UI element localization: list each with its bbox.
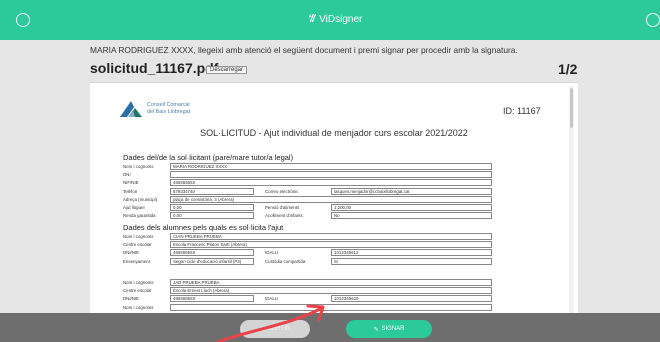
sign-button[interactable]: ✎ SIGNAR [346, 320, 432, 338]
field-value: MARIA RODRIGUEZ XXXX [170, 163, 492, 170]
exit-label: SORTIR [267, 326, 291, 332]
exit-icon: ⊝ [259, 326, 265, 333]
field-label: Centre escolar [123, 288, 152, 294]
field-label: IDALU [265, 250, 278, 256]
field-label: DNI [123, 172, 131, 178]
document-viewer[interactable]: Consell Comarcal del Baix Llobregat ID: … [90, 82, 578, 342]
logo-line-2: del Baix Llobregat [147, 109, 191, 115]
document-id: ID: 11167 [503, 106, 541, 116]
document-scrollbar-thumb[interactable] [570, 88, 573, 128]
page-indicator: 1/2 [558, 61, 578, 77]
field-value: 679334740 [170, 187, 254, 195]
field-value: 46655555X [170, 249, 254, 257]
field-label: DNI/NIE [123, 250, 140, 256]
field-value: 46655555X [170, 179, 492, 187]
field-label: Telèfon [123, 188, 138, 194]
field-label: Nom i cognoms [123, 280, 154, 285]
council-logo: Consell Comarcal del Baix Llobregat [120, 101, 190, 117]
brand-logo: ‘// ViDsigner [308, 13, 362, 25]
field-label: Nom i cognoms [123, 234, 154, 239]
field-value [170, 303, 492, 311]
field-value [170, 171, 492, 179]
field-label: Acolliment d'infants [265, 213, 303, 219]
exit-button[interactable]: ⊝ SORTIR [240, 320, 310, 338]
field-label: Nom i cognoms [123, 164, 154, 169]
field-value: 0,00 [170, 204, 254, 211]
field-label: NIF/NIE [123, 180, 139, 186]
council-logo-icon [120, 101, 142, 117]
bottom-action-bar [0, 313, 660, 342]
intro-text: MARIA RODRIGUEZ XXXX, llegeixi amb atenc… [90, 45, 518, 55]
sign-label: SIGNAR [381, 326, 405, 332]
field-label: DNI/NIE [123, 296, 140, 302]
field-value: 1.200,00 [331, 204, 492, 211]
field-value: lasques.menjador@ccbaixllobregat.cat [331, 187, 492, 195]
field-value: CIAN PRUEBA PRUEBA [170, 233, 492, 240]
field-value: Si [331, 257, 492, 265]
field-value: Segon cicle d'educació infantil (P3) [170, 257, 254, 265]
brand-name: ViDsigner [319, 13, 363, 25]
field-value: No [331, 212, 492, 220]
field-value: 46655555X [170, 295, 254, 303]
section-applicant-heading: Dades del/de la sol·licitant (pare/mare … [123, 153, 294, 162]
field-value: 0,00 [170, 212, 254, 220]
field-value: Escola Francesc Platon Sartí (Abrera) [170, 241, 492, 249]
field-value: 1012345620 [331, 295, 492, 303]
top-bar: ‘// ViDsigner [0, 0, 660, 40]
field-label: Centre escolar [123, 242, 152, 248]
field-label: Renda garantida [123, 213, 156, 219]
field-label: Adreça (municipi) [123, 196, 158, 202]
field-label: IDALU [265, 296, 278, 302]
info-icon[interactable] [646, 13, 660, 27]
document-filename: solicitud_11167.pdf [90, 60, 219, 76]
field-label: Nom i cognoms [123, 304, 154, 310]
settings-icon[interactable] [16, 13, 30, 27]
field-label: Ajut lloguer [123, 205, 145, 210]
field-label: Custòdia compartida [265, 258, 306, 264]
field-value: plaҫa de consistòria, 3 (Abrera) [170, 195, 492, 203]
field-label: Correu electrònic [265, 188, 299, 194]
field-value: JAD PRUEBA PRUEBA [170, 279, 492, 286]
field-label: Pensió d'aliments [265, 205, 300, 210]
field-label: Ensenyament [123, 258, 150, 264]
field-value: 1012345612 [331, 249, 492, 257]
sign-icon: ✎ [373, 326, 379, 333]
vidsigner-logo-icon: ‘// [308, 13, 315, 25]
download-button[interactable]: Descarregar [206, 66, 248, 74]
logo-line-1: Consell Comarcal [147, 102, 190, 109]
field-value: Escola Ernest Lluch (Abrera) [170, 287, 492, 295]
section-students-heading: Dades dels alumnes pels quals es sol·lic… [123, 223, 284, 232]
document-title: SOL·LICITUD - Ajut individual de menjado… [200, 128, 468, 138]
